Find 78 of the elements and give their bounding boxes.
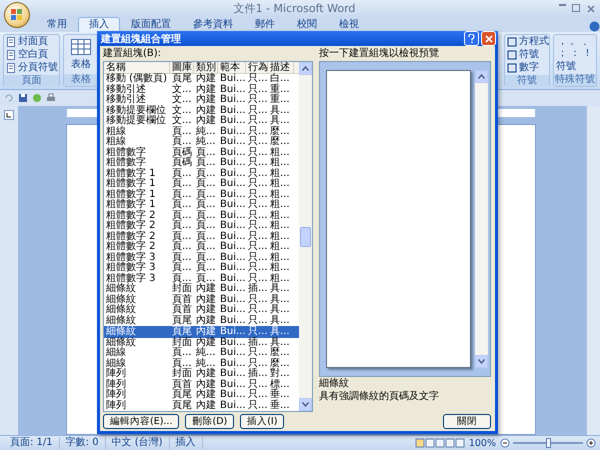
column-header[interactable]: 範本 (218, 62, 246, 74)
symbol-key[interactable]: ， (557, 36, 568, 48)
ribbon-tab[interactable]: 郵件 (244, 17, 286, 32)
list-row[interactable]: 陣列 頁尾 內建 Bui... 只... 垂... (104, 400, 299, 411)
column-header[interactable]: 名稱 (104, 62, 170, 74)
group-label: 表格 (64, 74, 98, 86)
list-row[interactable]: 粗體數字 2 頁... 頁... Bui... 只... 粗... (104, 210, 299, 221)
dialog-title: 建置組塊組合管理 (101, 32, 182, 46)
close-dialog-button[interactable]: 關閉 (443, 414, 491, 429)
ribbon-button[interactable]: 符號 (556, 61, 594, 73)
list-row[interactable]: 細條紋 封面 內建 Bui... 插... 具... (104, 338, 299, 348)
block-description: 具有強調條紋的頁碼及文字 (319, 391, 440, 403)
group-label: 特殊符號 (554, 74, 596, 86)
list-row[interactable]: 粗體數字 1 頁... 頁... Bui... 只... 粗... (104, 168, 299, 179)
status-item[interactable]: 字數: 0 (60, 437, 106, 449)
list-row[interactable]: 粗體數字 3 頁... 頁... Bui... 只... 粗... (104, 252, 299, 263)
dialog-button[interactable]: 插入(I) (240, 414, 284, 429)
status-item[interactable]: 插入 (170, 437, 203, 449)
list-row[interactable]: 粗體數字 3 頁... 頁... Bui... 只... 粗... (104, 263, 299, 274)
ribbon-button[interactable]: 方程式 (507, 36, 547, 48)
status-item[interactable]: 頁面: 1/1 (4, 437, 60, 449)
symbol-key[interactable]: 。 (570, 36, 580, 48)
window-title: 文件1 - Microsoft Word (232, 1, 356, 16)
column-header[interactable]: 類別 (194, 62, 218, 74)
list-row[interactable]: 粗體數字 1 頁... 頁... Bui... 只... 粗... (104, 190, 299, 200)
list-row[interactable]: 粗線 頁... 純... Bui... 只... 麼... (104, 137, 299, 148)
group-label: 頁面 (4, 75, 59, 87)
list-row[interactable]: 細條紋 封面 內建 Bui... 插... 具... (104, 284, 299, 294)
column-header[interactable]: 描述 (268, 62, 294, 74)
list-row[interactable]: 細線 頁... 純... Bui... 只... 麼... (104, 348, 299, 358)
ribbon-tab[interactable]: 參考資料 (182, 17, 244, 32)
dialog-button[interactable]: 編輯內容(E)... (103, 414, 180, 429)
list-label: 建置組塊(B): (103, 48, 162, 60)
list-row[interactable]: 粗體數字 2 頁... 頁... Bui... 只... 粗... (104, 221, 299, 232)
group-label: 符號 (505, 75, 549, 87)
ribbon-tab[interactable]: 版面配置 (120, 17, 182, 32)
dialog-button[interactable]: 刪除(D) (185, 414, 234, 429)
list-row[interactable]: 移動引述 文... 內建 Bui... 只... 重... (104, 95, 299, 106)
list-row[interactable]: 粗體數字 2 頁... 頁... Bui... 只... 粗... (104, 242, 299, 252)
status-item[interactable]: 中文 (台灣) (106, 437, 170, 449)
block-name: 細條紋 (319, 378, 350, 390)
list-row[interactable]: 移動 (偶數頁) 頁尾 內建 Bui... 只... 白... (104, 74, 299, 84)
table-button[interactable]: 表格 (66, 38, 96, 70)
ribbon-button[interactable]: 封面頁 (6, 36, 57, 48)
symbol-key[interactable]: ： (570, 48, 580, 60)
preview-label: 按一下建置組塊以檢視預覽 (319, 48, 440, 60)
list-row[interactable]: 粗體數字 2 頁... 頁... Bui... 只... 粗... (104, 232, 299, 242)
ribbon-button[interactable]: 空白頁 (6, 49, 57, 61)
ribbon-button[interactable]: 數字 (507, 62, 547, 74)
list-row[interactable]: 粗體數字 頁碼 頁... Bui... 只... 粗... (104, 148, 299, 158)
symbol-key[interactable]: 、 (582, 36, 593, 48)
symbol-key[interactable]: ！ (582, 48, 593, 60)
list-row[interactable]: 粗線 頁... 純... Bui... 只... 麼... (104, 126, 299, 137)
list-row[interactable]: 粗體數字 1 頁... 頁... Bui... 只... 粗... (104, 179, 299, 190)
ribbon-tab[interactable]: 檢視 (328, 17, 370, 32)
list-row[interactable]: 移動提要欄位 文... 內建 Bui... 只... 具... (104, 106, 299, 116)
list-row[interactable]: 細條紋 頁首 內建 Bui... 只... 具... (104, 305, 299, 316)
list-row[interactable]: 細條紋 頁首 內建 Bui... 只... 具... (104, 294, 299, 305)
list-row[interactable]: 移動提要欄位 文... 內建 Bui... 只... 具... (104, 116, 299, 126)
list-row[interactable]: 陣列 封面 內建 Bui... 插... 對... (104, 369, 299, 380)
list-row[interactable]: 細線 頁... 純... Bui... 只... 麼... (104, 358, 299, 369)
ribbon-button[interactable]: 符號 (507, 49, 547, 61)
ribbon-button[interactable]: 分頁符號 (6, 62, 57, 74)
column-header[interactable]: 行為 (246, 62, 268, 74)
list-row[interactable]: 細條紋 頁尾 內建 Bui... 只... 具... (104, 326, 299, 338)
ribbon-tab[interactable]: 插入 (78, 17, 120, 32)
zoom-level[interactable]: 100% (468, 438, 496, 448)
symbol-key[interactable]: ； (557, 48, 568, 60)
list-row[interactable]: 陣列 頁尾 內建 Bui... 只... 垂... (104, 390, 299, 400)
ribbon-tab[interactable]: 校閱 (286, 17, 328, 32)
list-row[interactable]: 陣列 頁首 內建 Bui... 只... 標... (104, 380, 299, 390)
list-row[interactable]: 粗體數字 1 頁... 頁... Bui... 只... 粗... (104, 200, 299, 210)
list-row[interactable]: 細條紋 頁尾 內建 Bui... 只... 具... (104, 316, 299, 326)
list-row[interactable]: 粗體數字 頁碼 頁... Bui... 只... 粗... (104, 158, 299, 168)
ribbon-tab[interactable]: 常用 (36, 17, 78, 32)
list-row[interactable]: 粗體數字 3 頁... 頁... Bui... 只... 粗... (104, 274, 299, 284)
column-header[interactable]: 圖庫 (170, 62, 194, 74)
list-row[interactable]: 移動引述 文... 內建 Bui... 只... 重... (104, 84, 299, 95)
